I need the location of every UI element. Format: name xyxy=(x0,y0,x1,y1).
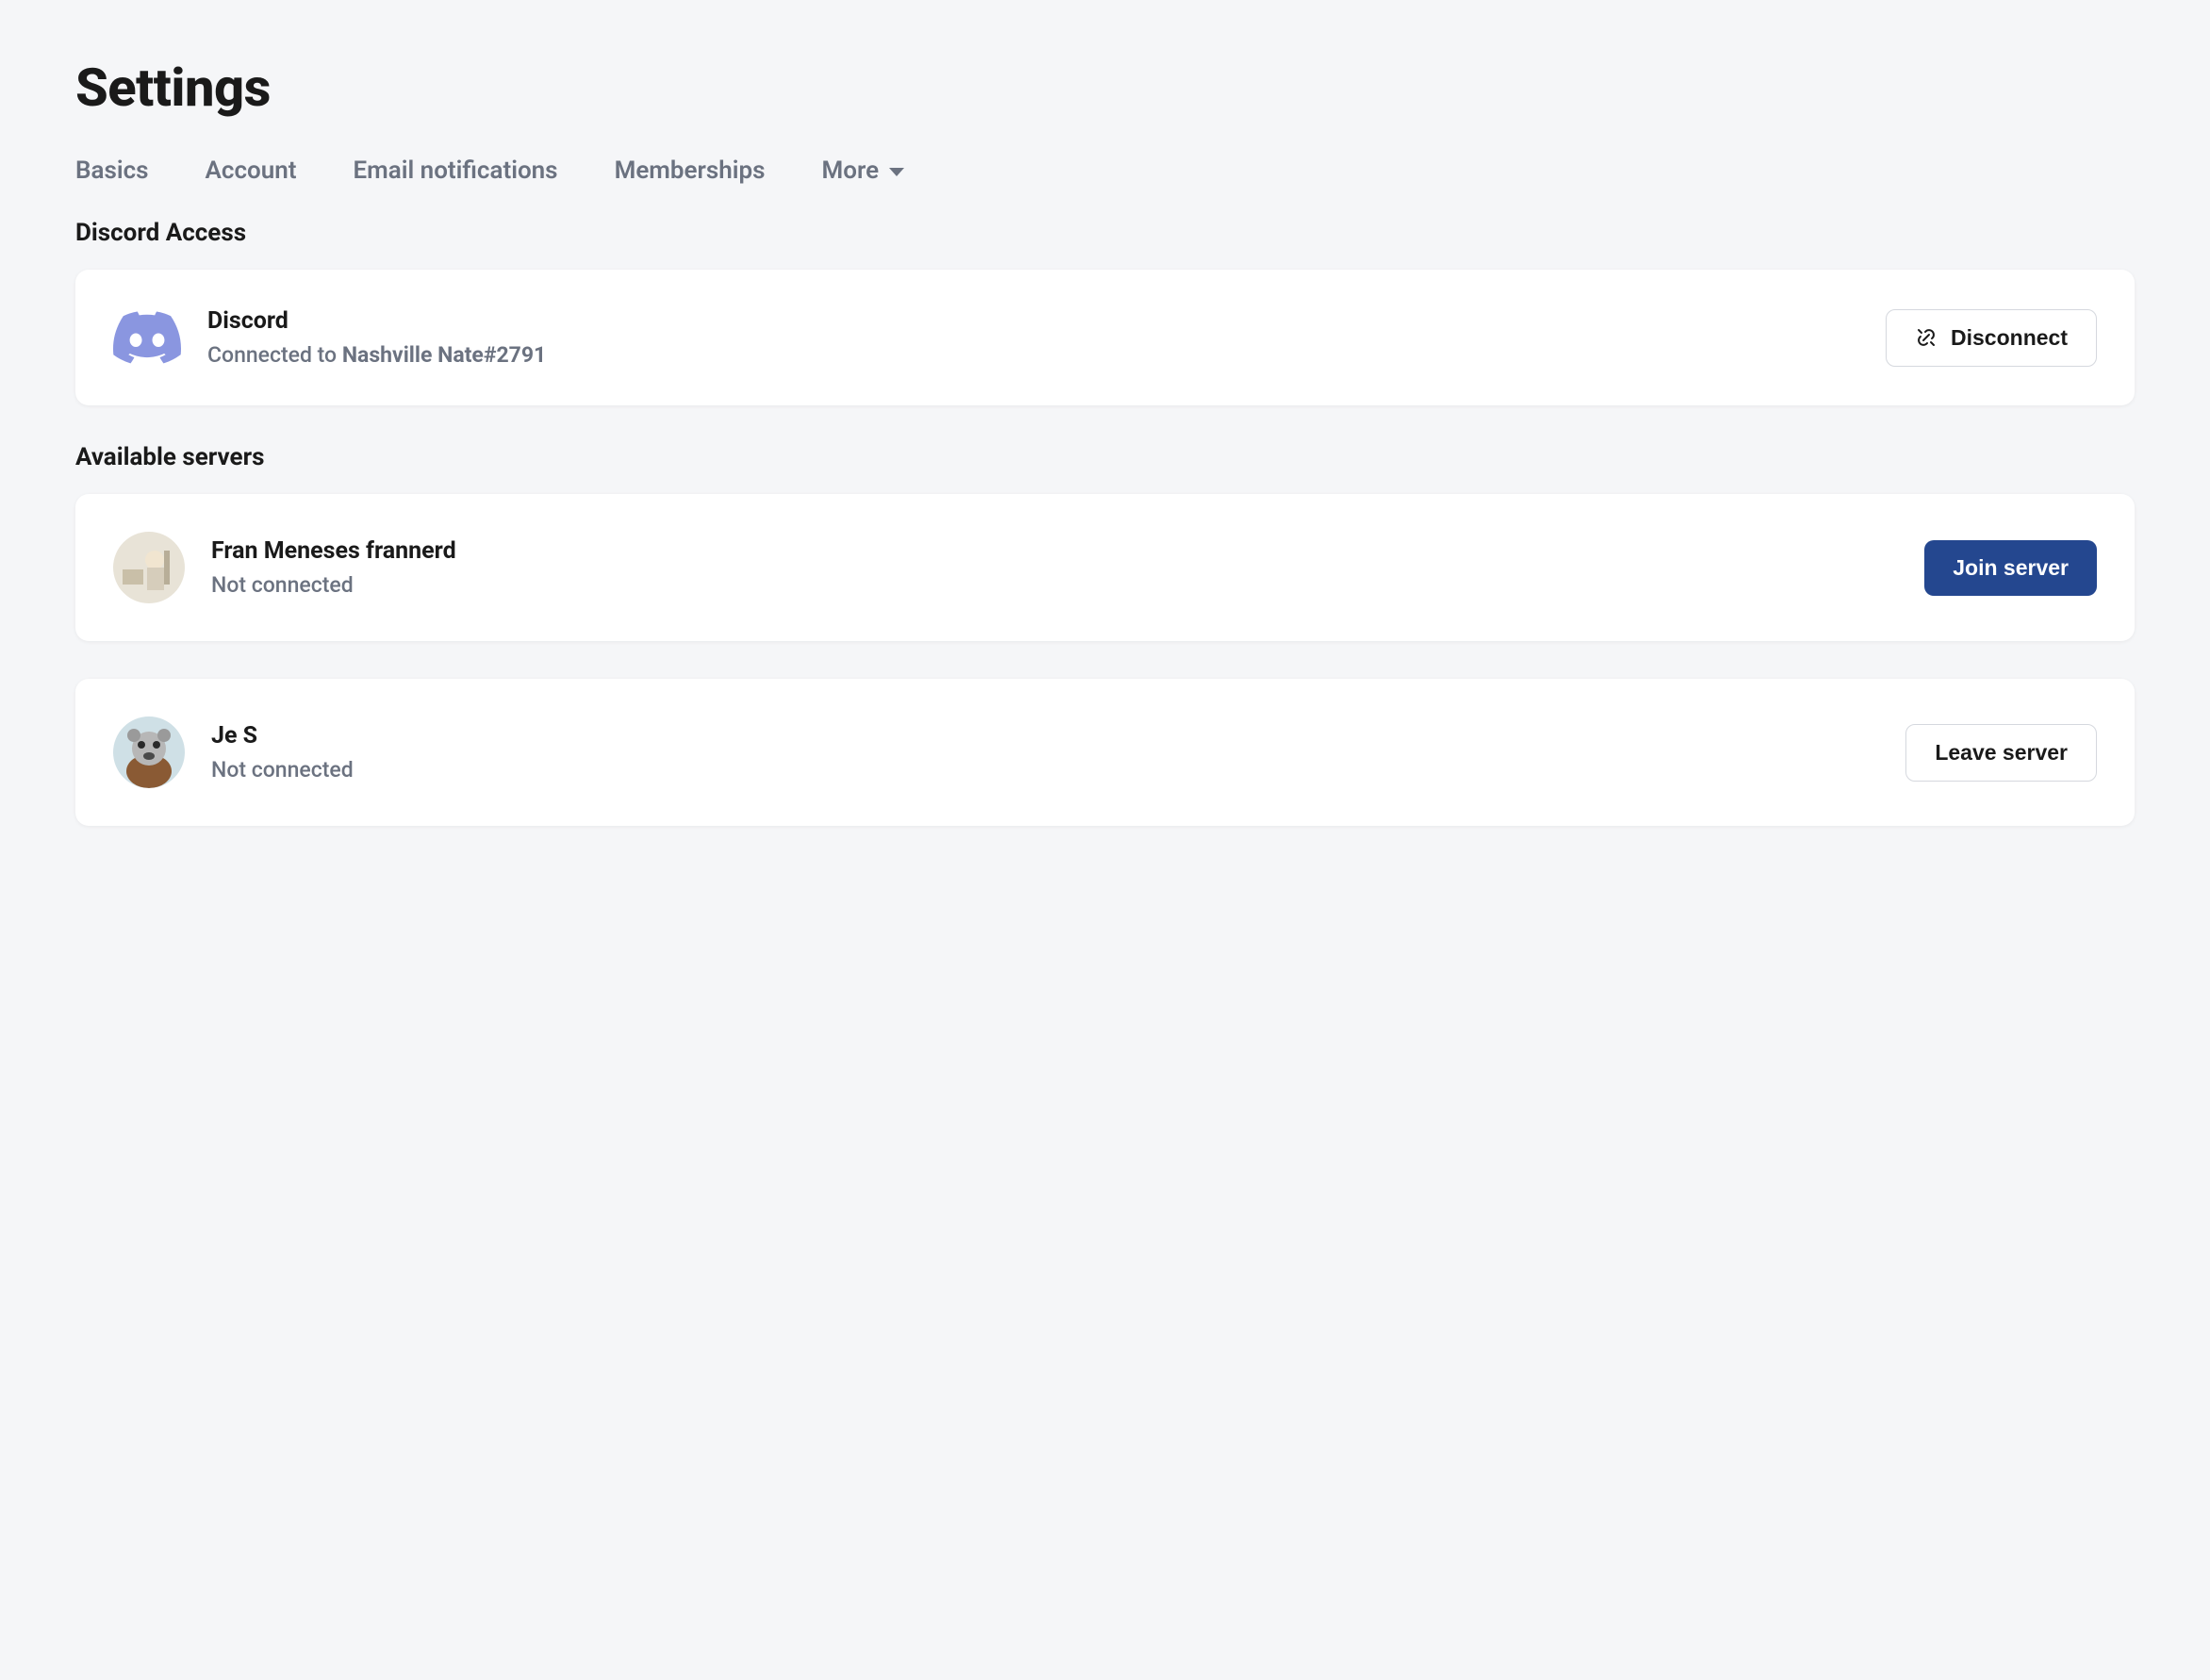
disconnect-button[interactable]: Disconnect xyxy=(1886,309,2097,367)
server-status: Not connected xyxy=(211,757,1879,782)
server-card: Je S Not connected Leave server xyxy=(75,679,2135,826)
discord-connection-card: Discord Connected to Nashville Nate#2791… xyxy=(75,270,2135,405)
tab-account[interactable]: Account xyxy=(206,156,297,185)
connected-prefix: Connected to xyxy=(207,342,342,368)
discord-connection-status: Connected to Nashville Nate#2791 xyxy=(207,342,1859,368)
tab-memberships[interactable]: Memberships xyxy=(615,156,766,185)
unlink-icon xyxy=(1915,326,1938,349)
server-card: Fran Meneses frannerd Not connected Join… xyxy=(75,494,2135,641)
server-avatar xyxy=(113,716,185,788)
server-name: Je S xyxy=(211,722,1879,749)
discord-provider-name: Discord xyxy=(207,307,1859,335)
section-title-available-servers: Available servers xyxy=(75,443,2135,471)
settings-tabs: Basics Account Email notifications Membe… xyxy=(75,156,2135,185)
leave-server-button[interactable]: Leave server xyxy=(1905,724,2097,782)
disconnect-button-label: Disconnect xyxy=(1951,325,2068,351)
tab-more[interactable]: More xyxy=(822,156,906,185)
server-avatar xyxy=(113,532,185,603)
tab-email-notifications[interactable]: Email notifications xyxy=(354,156,558,185)
discord-icon xyxy=(113,311,181,364)
join-server-button[interactable]: Join server xyxy=(1924,540,2097,596)
connected-username: Nashville Nate#2791 xyxy=(342,342,546,368)
chevron-down-icon xyxy=(888,156,905,185)
section-title-discord-access: Discord Access xyxy=(75,219,2135,247)
tab-more-label: More xyxy=(822,156,880,185)
server-status: Not connected xyxy=(211,572,1898,598)
page-title: Settings xyxy=(75,57,2135,119)
server-name: Fran Meneses frannerd xyxy=(211,537,1898,565)
tab-basics[interactable]: Basics xyxy=(75,156,149,185)
